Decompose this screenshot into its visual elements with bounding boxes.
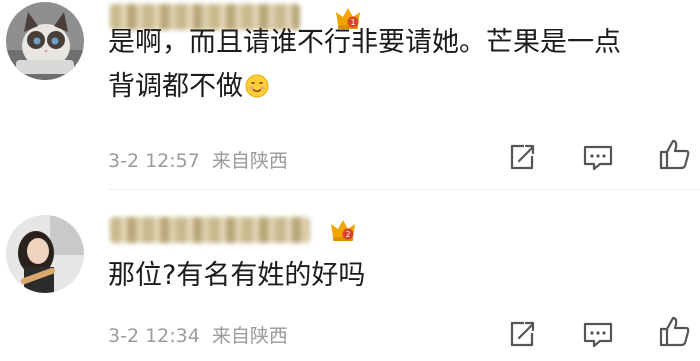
like-button[interactable] [657, 137, 693, 173]
comment-location: 来自陕西 [211, 150, 288, 172]
cat-avatar-image [6, 2, 84, 80]
share-icon [510, 321, 535, 347]
comment-line-1: 那位?有名有姓的好吗 [108, 260, 366, 291]
thumbs-up-icon [659, 316, 690, 347]
comment-time: 3-2 12:57 [108, 150, 200, 172]
comment-meta: 3-2 12:34 来自陕西 [108, 321, 300, 348]
comment-item: 1 是啊，而且请谁不行非要请她。芒果是一点 背调都不做 3-2 12:57 来自陕… [0, 0, 700, 190]
comment-meta: 3-2 12:57 来自陕西 [108, 146, 300, 173]
comment-text: 那位?有名有姓的好吗 [108, 254, 365, 298]
comment-time: 3-2 12:34 [108, 325, 200, 347]
avatar[interactable] [6, 215, 84, 293]
comment-item: 2 那位?有名有姓的好吗 3-2 12:34 来自陕西 [0, 190, 700, 361]
avatar[interactable] [6, 2, 84, 80]
smile-emoji-icon [245, 74, 269, 98]
thumbs-up-icon [659, 139, 690, 170]
comment-line-1: 是啊，而且请谁不行非要请她。芒果是一点 [108, 27, 621, 58]
comment-line-2-text: 背调都不做 [108, 71, 243, 102]
comment-button[interactable] [580, 316, 616, 352]
crown-2-icon: 2 [331, 220, 355, 241]
share-button[interactable] [504, 316, 540, 352]
comment-location: 来自陕西 [211, 325, 288, 347]
share-icon [510, 144, 535, 170]
comment-text: 是啊，而且请谁不行非要请她。芒果是一点 背调都不做 [108, 21, 621, 109]
share-button[interactable] [504, 139, 540, 175]
comment-icon [583, 145, 613, 171]
like-button[interactable] [657, 314, 693, 350]
comment-icon [583, 322, 613, 348]
comment-button[interactable] [580, 139, 616, 175]
svg-text:2: 2 [345, 230, 350, 239]
girl-avatar-image [6, 215, 84, 293]
username-blurred[interactable] [110, 217, 310, 243]
comment-line-2: 背调都不做 [108, 65, 621, 109]
